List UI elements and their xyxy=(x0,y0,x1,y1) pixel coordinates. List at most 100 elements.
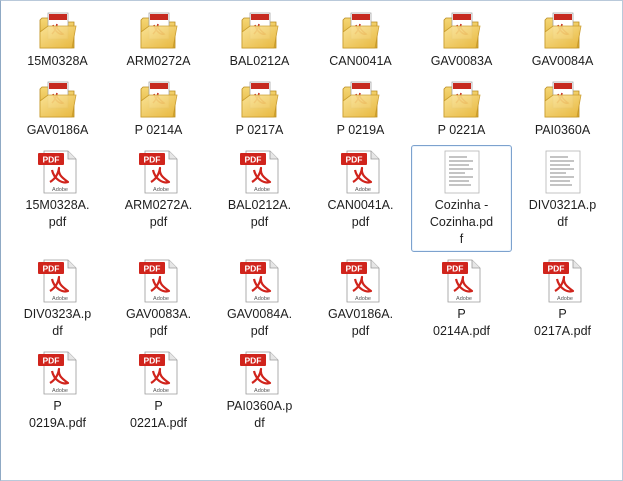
folder-with-pdf-icon xyxy=(539,10,587,52)
file-name-line: df xyxy=(52,324,63,338)
file-name-line: f xyxy=(459,232,464,246)
file-name-line: ARM0272A. xyxy=(124,198,193,212)
folder-name: GAV0083A xyxy=(430,54,493,68)
pdf-file-icon: PDF Adobe xyxy=(135,349,183,397)
folder-item-gav0084a[interactable]: GAV0084A xyxy=(512,7,613,74)
pdf-file-item-bal0212a-pdf[interactable]: PDF Adobe BAL0212A. pdf xyxy=(209,145,310,252)
pdf-file-item-div0321a-pdf[interactable]: DIV0321A.p df xyxy=(512,145,613,252)
folder-name: GAV0186A xyxy=(26,123,89,137)
folder-item-p-0217a[interactable]: P 0217A xyxy=(209,76,310,143)
file-name-line: P xyxy=(558,307,567,321)
adobe-logo-text: Adobe xyxy=(52,187,68,193)
folder-with-pdf-icon xyxy=(337,79,385,121)
pdf-badge-text: PDF xyxy=(345,264,362,274)
folder-name: PAI0360A xyxy=(534,123,591,137)
folder-item-gav0083a[interactable]: GAV0083A xyxy=(411,7,512,74)
file-name-line: pdf xyxy=(149,324,168,338)
pdf-file-item-gav0084a-pdf[interactable]: PDF Adobe GAV0084A. pdf xyxy=(209,254,310,344)
pdf-file-item-p0219a-pdf[interactable]: PDF Adobe P 0219A.pdf xyxy=(7,346,108,436)
file-name-line: P xyxy=(154,399,163,413)
pdf-badge-text: PDF xyxy=(244,264,261,274)
folder-item-bal0212a[interactable]: BAL0212A xyxy=(209,7,310,74)
file-name: DIV0321A.p df xyxy=(517,197,609,231)
adobe-logo-text: Adobe xyxy=(456,296,472,302)
folder-with-pdf-icon xyxy=(438,10,486,52)
pdf-badge-text: PDF xyxy=(42,356,59,366)
file-grid: 15M0328A ARM0272A BAL0212A CAN0041A GAV0… xyxy=(7,7,617,436)
file-name-line: GAV0186A. xyxy=(327,307,394,321)
pdf-file-item-gav0186a-pdf[interactable]: PDF Adobe GAV0186A. pdf xyxy=(310,254,411,344)
file-name-line: BAL0212A. xyxy=(227,198,292,212)
pdf-badge-text: PDF xyxy=(244,155,261,165)
file-name-line: pdf xyxy=(149,215,168,229)
file-name-line: CAN0041A. xyxy=(327,198,394,212)
folder-item-arm0272a[interactable]: ARM0272A xyxy=(108,7,209,74)
pdf-file-item-arm0272a-pdf[interactable]: PDF Adobe ARM0272A. pdf xyxy=(108,145,209,252)
pdf-file-item-can0041a-pdf[interactable]: PDF Adobe CAN0041A. pdf xyxy=(310,145,411,252)
file-name-line: 0221A.pdf xyxy=(130,416,187,430)
folder-item-pai0360a[interactable]: PAI0360A xyxy=(512,76,613,143)
folder-name: 15M0328A xyxy=(27,54,88,68)
pdf-thumbnail-icon xyxy=(539,148,587,196)
pdf-file-item-p0214a-pdf[interactable]: PDF Adobe P 0214A.pdf xyxy=(411,254,512,344)
pdf-file-icon: PDF Adobe xyxy=(34,257,82,305)
folder-name: GAV0084A xyxy=(531,54,594,68)
adobe-logo-text: Adobe xyxy=(52,296,68,302)
adobe-logo-text: Adobe xyxy=(153,187,169,193)
file-name: DIV0323A.p df xyxy=(12,306,104,340)
folder-name: ARM0272A xyxy=(126,54,191,68)
pdf-file-icon: PDF Adobe xyxy=(539,257,587,305)
pdf-badge-text: PDF xyxy=(143,264,160,274)
pdf-file-item-cozinha-cozinha-pdf[interactable]: Cozinha - Cozinha.pd f xyxy=(411,145,512,252)
file-name: P 0217A.pdf xyxy=(517,306,609,340)
folder-with-pdf-icon xyxy=(337,10,385,52)
file-name-line: pdf xyxy=(351,324,370,338)
pdf-file-item-p0221a-pdf[interactable]: PDF Adobe P 0221A.pdf xyxy=(108,346,209,436)
pdf-file-item-gav0083a-pdf[interactable]: PDF Adobe GAV0083A. pdf xyxy=(108,254,209,344)
pdf-file-item-15m0328a-pdf[interactable]: PDF Adobe 15M0328A. pdf xyxy=(7,145,108,252)
explorer-file-view: 15M0328A ARM0272A BAL0212A CAN0041A GAV0… xyxy=(0,0,623,481)
file-name: GAV0084A. pdf xyxy=(214,306,306,340)
folder-with-pdf-icon xyxy=(539,79,587,121)
pdf-thumbnail-icon xyxy=(438,148,486,196)
file-name-line: 0219A.pdf xyxy=(29,416,86,430)
folder-item-gav0186a[interactable]: GAV0186A xyxy=(7,76,108,143)
folder-with-pdf-icon xyxy=(236,10,284,52)
file-name: BAL0212A. pdf xyxy=(214,197,306,231)
folder-item-p-0221a[interactable]: P 0221A xyxy=(411,76,512,143)
folder-name: P 0214A xyxy=(134,123,183,137)
pdf-file-item-div0323a-pdf[interactable]: PDF Adobe DIV0323A.p df xyxy=(7,254,108,344)
pdf-file-icon: PDF Adobe xyxy=(135,257,183,305)
folder-item-p-0219a[interactable]: P 0219A xyxy=(310,76,411,143)
pdf-badge-text: PDF xyxy=(345,155,362,165)
file-name: CAN0041A. pdf xyxy=(315,197,407,231)
pdf-file-icon: PDF Adobe xyxy=(236,349,284,397)
pdf-file-item-pai0360a-pdf[interactable]: PDF Adobe PAI0360A.p df xyxy=(209,346,310,436)
folder-item-can0041a[interactable]: CAN0041A xyxy=(310,7,411,74)
file-name: ARM0272A. pdf xyxy=(113,197,205,231)
file-name-line: df xyxy=(254,416,265,430)
file-name: Cozinha - Cozinha.pd f xyxy=(416,197,508,248)
file-name-line: 15M0328A. xyxy=(25,198,90,212)
pdf-file-icon: PDF Adobe xyxy=(34,148,82,196)
folder-item-15m0328a[interactable]: 15M0328A xyxy=(7,7,108,74)
folder-name: BAL0212A xyxy=(229,54,290,68)
folder-with-pdf-icon xyxy=(34,79,82,121)
folder-with-pdf-icon xyxy=(236,79,284,121)
adobe-logo-text: Adobe xyxy=(52,388,68,394)
file-name-line: 0217A.pdf xyxy=(534,324,591,338)
pdf-badge-text: PDF xyxy=(143,356,160,366)
file-name: P 0214A.pdf xyxy=(416,306,508,340)
pdf-file-item-p0217a-pdf[interactable]: PDF Adobe P 0217A.pdf xyxy=(512,254,613,344)
file-name-line: pdf xyxy=(351,215,370,229)
file-name-line: pdf xyxy=(250,215,269,229)
pdf-file-icon: PDF Adobe xyxy=(236,257,284,305)
pdf-badge-text: PDF xyxy=(244,356,261,366)
folder-name: P 0217A xyxy=(235,123,284,137)
file-name: 15M0328A. pdf xyxy=(12,197,104,231)
folder-name: P 0219A xyxy=(336,123,385,137)
file-name: GAV0083A. pdf xyxy=(113,306,205,340)
pdf-file-icon: PDF Adobe xyxy=(236,148,284,196)
file-name-line: PAI0360A.p xyxy=(226,399,293,413)
folder-item-p-0214a[interactable]: P 0214A xyxy=(108,76,209,143)
